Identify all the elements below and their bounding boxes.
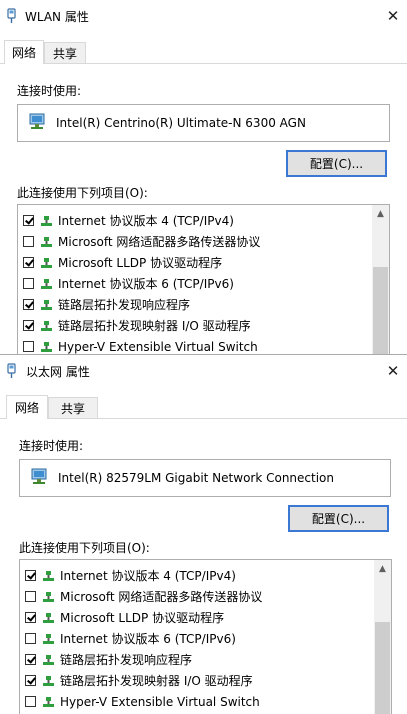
list-item[interactable]: 链路层拓扑发现映射器 I/O 驱动程序 [20,670,375,691]
network-component-icon [41,216,52,226]
list-item[interactable]: 链路层拓扑发现响应程序 [18,294,373,315]
network-component-icon [43,613,54,623]
item-label: Hyper-V Extensible Virtual Switch [60,694,260,709]
network-component-icon [43,571,54,581]
network-plug-icon [7,8,16,23]
list-item[interactable]: Microsoft LLDP 协议驱动程序 [20,607,375,628]
list-item[interactable]: Microsoft 网络适配器多路传送器协议 [18,231,373,252]
list-item[interactable]: Internet 协议版本 4 (TCP/IPv4) [20,565,375,586]
close-button[interactable]: ✕ [379,0,407,32]
list-item[interactable]: Internet 协议版本 6 (TCP/IPv6) [18,273,373,294]
item-checkbox[interactable] [25,696,36,707]
item-label: 链路层拓扑发现响应程序 [60,653,193,667]
network-component-icon [41,300,52,310]
title-bar: WLAN 属性 ✕ [0,0,407,32]
connect-using-label: 连接时使用: [17,84,82,98]
item-label: Microsoft 网络适配器多路传送器协议 [58,235,261,249]
network-component-icon [43,592,54,602]
window-title: 以太网 属性 [26,365,90,379]
list-item[interactable]: Internet 协议版本 4 (TCP/IPv4) [18,210,373,231]
item-checkbox[interactable] [25,570,36,581]
network-component-icon [43,634,54,644]
ethernet-properties-dialog: 以太网 属性 ✕ 网络 共享 连接时使用: Intel(R) 82579LM G… [0,355,407,714]
item-label: Internet 协议版本 4 (TCP/IPv4) [58,214,234,228]
network-component-icon [41,279,52,289]
network-component-icon [43,655,54,665]
network-tab-panel: 连接时使用: Intel(R) 82579LM Gigabit Network … [0,419,407,714]
close-button[interactable]: ✕ [379,355,407,387]
adapter-name: Intel(R) 82579LM Gigabit Network Connect… [58,471,334,485]
network-component-icon [41,237,52,247]
item-checkbox[interactable] [23,278,34,289]
tab-network[interactable]: 网络 [4,40,44,64]
configure-button[interactable]: 配置(C)... [286,150,387,177]
list-item[interactable]: Microsoft LLDP 协议驱动程序 [18,252,373,273]
scroll-up-button[interactable]: ▲ [374,560,391,577]
network-adapter-icon [29,113,45,129]
items-label: 此连接使用下列项目(O): [17,186,148,200]
list-item[interactable]: 链路层拓扑发现响应程序 [20,649,375,670]
list-item[interactable]: Hyper-V Extensible Virtual Switch [18,336,373,354]
item-checkbox[interactable] [23,341,34,352]
network-component-icon [41,321,52,331]
network-component-icon [41,258,52,268]
tab-sharing[interactable]: 共享 [44,42,86,64]
item-label: Internet 协议版本 4 (TCP/IPv4) [60,569,236,583]
item-checkbox[interactable] [23,257,34,268]
adapter-box: Intel(R) 82579LM Gigabit Network Connect… [19,459,391,497]
item-label: 链路层拓扑发现响应程序 [58,298,191,312]
connect-using-label: 连接时使用: [19,439,84,453]
title-bar: 以太网 属性 ✕ [0,355,407,387]
item-checkbox[interactable] [25,633,36,644]
item-checkbox[interactable] [25,591,36,602]
item-checkbox[interactable] [23,320,34,331]
configure-button[interactable]: 配置(C)... [288,505,389,532]
list-item[interactable]: 链路层拓扑发现映射器 I/O 驱动程序 [18,315,373,336]
item-label: 链路层拓扑发现映射器 I/O 驱动程序 [58,319,251,333]
item-checkbox[interactable] [25,612,36,623]
item-label: Microsoft LLDP 协议驱动程序 [60,611,225,625]
scroll-up-button[interactable]: ▲ [372,205,389,222]
item-checkbox[interactable] [23,236,34,247]
item-label: Internet 协议版本 6 (TCP/IPv6) [58,277,234,291]
network-component-icon [43,676,54,686]
list-item[interactable]: Hyper-V Extensible Virtual Switch [20,691,375,712]
window-title: WLAN 属性 [25,10,89,24]
item-checkbox[interactable] [23,299,34,310]
tab-network[interactable]: 网络 [6,395,48,419]
item-checkbox[interactable] [23,215,34,226]
item-label: 链路层拓扑发现映射器 I/O 驱动程序 [60,674,253,688]
tab-sharing[interactable]: 共享 [48,397,98,419]
scroll-thumb[interactable] [373,267,388,354]
item-checkbox[interactable] [25,675,36,686]
components-list[interactable]: Internet 协议版本 4 (TCP/IPv4) Microsoft 网络适配… [17,204,390,354]
item-label: Microsoft 网络适配器多路传送器协议 [60,590,263,604]
scroll-thumb[interactable] [375,622,390,714]
components-list[interactable]: Internet 协议版本 4 (TCP/IPv4) Microsoft 网络适配… [19,559,392,714]
adapter-name: Intel(R) Centrino(R) Ultimate-N 6300 AGN [56,116,306,130]
vertical-scrollbar[interactable]: ▲ [372,205,389,354]
items-label: 此连接使用下列项目(O): [19,541,150,555]
network-component-icon [43,697,54,707]
network-plug-icon [7,363,16,378]
network-tab-panel: 连接时使用: Intel(R) Centrino(R) Ultimate-N 6… [0,64,407,354]
list-item[interactable]: Microsoft 网络适配器多路传送器协议 [20,586,375,607]
network-component-icon [41,342,52,352]
network-adapter-icon [31,468,47,484]
wlan-properties-dialog: WLAN 属性 ✕ 网络 共享 连接时使用: Intel(R) Centrino… [0,0,407,354]
list-item[interactable]: Internet 协议版本 6 (TCP/IPv6) [20,628,375,649]
vertical-scrollbar[interactable]: ▲ [374,560,391,714]
item-checkbox[interactable] [25,654,36,665]
item-label: Microsoft LLDP 协议驱动程序 [58,256,223,270]
adapter-box: Intel(R) Centrino(R) Ultimate-N 6300 AGN [17,104,390,142]
item-label: Internet 协议版本 6 (TCP/IPv6) [60,632,236,646]
item-label: Hyper-V Extensible Virtual Switch [58,339,258,354]
